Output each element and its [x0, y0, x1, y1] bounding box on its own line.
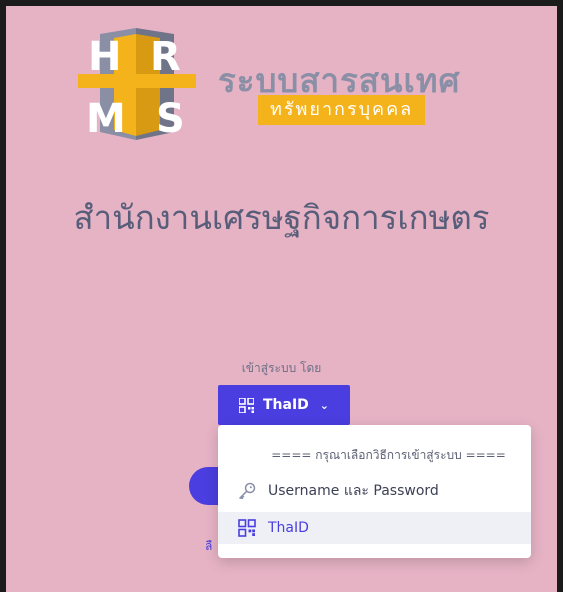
login-method-label: เข้าสู่ระบบ โดย — [241, 361, 322, 375]
login-method-select-button[interactable]: ThaID ⌄ — [218, 385, 350, 425]
svg-text:M: M — [86, 96, 126, 140]
login-method-dropdown: ==== กรุณาเลือกวิธีการเข้าสู่ระบบ ==== U… — [218, 425, 531, 558]
svg-text:S: S — [156, 96, 185, 140]
svg-text:H: H — [88, 34, 121, 80]
dropdown-header: ==== กรุณาเลือกวิธีการเข้าสู่ระบบ ==== — [271, 448, 506, 462]
key-icon — [239, 482, 256, 500]
svg-text:R: R — [150, 34, 181, 80]
organization-name: สำนักงานเศรษฐกิจการเกษตร — [73, 198, 490, 237]
chevron-down-icon: ⌄ — [319, 398, 329, 412]
brand-subtitle: ทรัพยากรบุคคล — [258, 95, 426, 125]
forgot-password-link[interactable]: ลื — [205, 537, 212, 556]
option-label: ThaID — [268, 520, 309, 536]
qr-code-icon — [238, 397, 254, 413]
option-thaid[interactable]: ThaID — [218, 512, 531, 544]
login-page: H R M S ระบบสารสนเทศ ทรัพยากรบุคคล สำนัก… — [0, 0, 563, 592]
qr-code-icon — [238, 519, 256, 537]
selected-method-label: ThaID — [262, 397, 309, 413]
hrms-logo: H R M S — [78, 28, 196, 140]
option-label: Username และ Password — [268, 483, 439, 499]
option-username-password[interactable]: Username และ Password — [218, 475, 531, 507]
